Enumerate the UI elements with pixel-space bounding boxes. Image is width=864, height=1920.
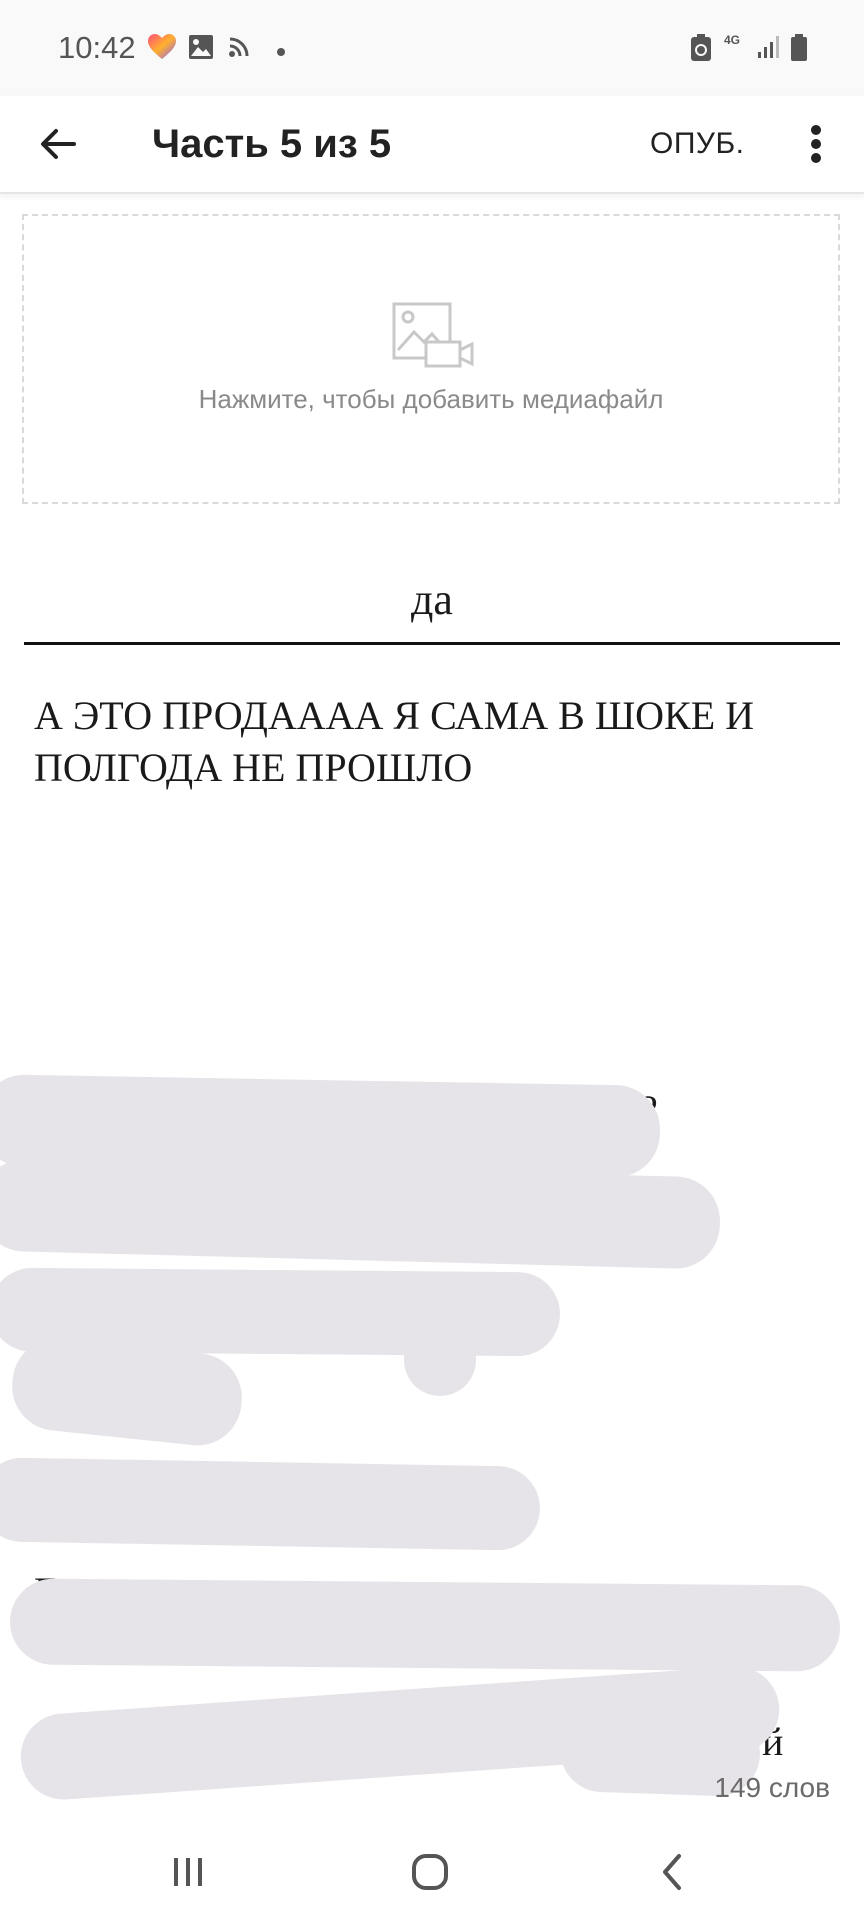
part-title-input[interactable]: да	[24, 574, 840, 625]
redaction-scribble	[0, 1158, 722, 1270]
status-time: 10:42	[58, 30, 136, 65]
arrow-left-icon	[41, 129, 76, 159]
cast-icon	[228, 34, 252, 63]
publish-button[interactable]: ОПУБ.	[650, 112, 744, 176]
home-icon	[412, 1854, 448, 1890]
add-media-area[interactable]: Нажмите, чтобы добавить медиафайл	[22, 214, 840, 504]
part-body-editor[interactable]: А ЭТО ПРОДАААА Я САМА В ШОКЕ И ПОЛГОДА Н…	[34, 690, 824, 794]
battery-icon	[790, 34, 808, 67]
recent-apps-icon	[174, 1858, 202, 1886]
status-bar: 10:42 4G	[0, 0, 864, 96]
title-divider	[24, 642, 840, 645]
page-title: Часть 5 из 5	[152, 122, 392, 166]
add-media-hint: Нажмите, чтобы добавить медиафайл	[198, 384, 664, 414]
redaction-scribble	[9, 1578, 841, 1672]
more-button[interactable]	[796, 114, 836, 174]
dot-icon	[276, 44, 286, 62]
network-type: 4G	[724, 33, 741, 47]
back-button[interactable]	[28, 114, 88, 174]
image-video-icon	[392, 302, 476, 373]
back-icon	[663, 1854, 681, 1890]
gallery-icon	[188, 34, 214, 65]
redaction-scribble	[0, 1457, 541, 1551]
signal-icon	[756, 34, 782, 65]
word-count: 149 слов	[714, 1772, 830, 1803]
more-vert-icon	[811, 125, 821, 163]
system-nav-bar	[0, 1824, 864, 1920]
redaction-scribble	[404, 1300, 476, 1396]
nav-back-button[interactable]	[640, 1842, 704, 1902]
heart-app-icon	[148, 34, 176, 65]
toolbar: Часть 5 из 5 ОПУБ.	[0, 96, 864, 194]
home-button[interactable]	[398, 1842, 462, 1902]
recent-apps-button[interactable]	[156, 1842, 220, 1902]
battery-saver-icon	[690, 34, 712, 67]
